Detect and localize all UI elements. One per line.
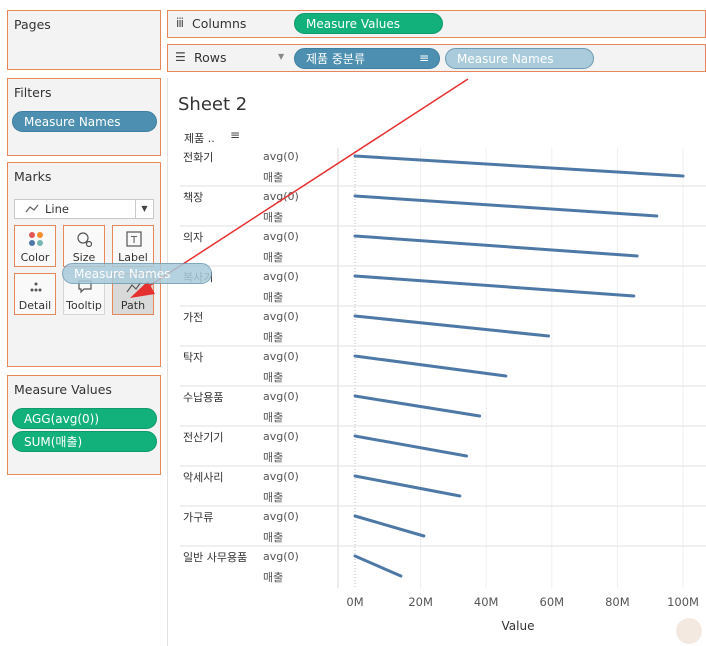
x-tick-label: 0M	[346, 595, 364, 609]
category-label[interactable]: 악세사리	[183, 469, 223, 485]
rows-chevron-icon: ▼	[278, 52, 285, 61]
measure-values-title: Measure Values	[14, 382, 112, 397]
category-label[interactable]: 탁자	[183, 349, 203, 365]
x-tick-label: 20M	[408, 595, 433, 609]
dragging-pill-measure-names[interactable]: Measure Names	[62, 263, 212, 284]
measure-name-label[interactable]: 매출	[263, 529, 283, 545]
path-label: Path	[120, 299, 146, 312]
measure-name-label[interactable]: avg(0)	[263, 310, 299, 323]
pages-panel[interactable]: Pages	[7, 10, 161, 70]
measure-name-label[interactable]: 매출	[263, 169, 283, 185]
x-tick-label: 100M	[667, 595, 699, 609]
measure-name-label[interactable]: 매출	[263, 329, 283, 345]
filters-title: Filters	[14, 85, 52, 100]
svg-text:T: T	[130, 235, 138, 246]
tooltip-label: Tooltip	[66, 299, 102, 312]
measure-name-label[interactable]: avg(0)	[263, 150, 299, 163]
measure-name-label[interactable]: avg(0)	[263, 550, 299, 563]
rows-shelf[interactable]: ☰ Rows ▼ 제품 중분류 ≡ Measure Names	[167, 44, 706, 72]
category-label[interactable]: 전화기	[183, 149, 213, 165]
sort-icon: ≡	[418, 51, 429, 65]
measure-pill-sales[interactable]: SUM(매출)	[12, 431, 157, 452]
color-palette-icon	[29, 232, 43, 246]
marks-title: Marks	[14, 169, 52, 184]
x-tick-label: 40M	[473, 595, 499, 609]
measure-name-label[interactable]: avg(0)	[263, 390, 299, 403]
measure-name-label[interactable]: avg(0)	[263, 470, 299, 483]
columns-label: Columns	[192, 16, 247, 31]
detail-label: Detail	[18, 299, 52, 312]
text-label-icon: T	[126, 231, 142, 247]
columns-shelf[interactable]: iii Columns Measure Values	[167, 10, 706, 38]
watermark-icon	[676, 618, 702, 644]
size-mark-button[interactable]: Size	[63, 225, 105, 267]
sheet-title: Sheet 2	[178, 94, 248, 115]
measure-name-label[interactable]: 매출	[263, 369, 283, 385]
measure-name-label[interactable]: avg(0)	[263, 190, 299, 203]
pages-title: Pages	[14, 17, 51, 32]
category-label[interactable]: 일반 사무용품	[183, 549, 247, 565]
rows-pill-measure-names[interactable]: Measure Names	[445, 48, 594, 69]
measure-name-label[interactable]: 매출	[263, 409, 283, 425]
category-label[interactable]: 수납용품	[183, 389, 223, 405]
x-axis-title: Value	[501, 619, 535, 633]
category-label[interactable]: 전산기기	[183, 429, 223, 445]
rows-pill-category[interactable]: 제품 중분류 ≡	[294, 48, 440, 69]
x-tick-label: 60M	[539, 595, 565, 609]
measure-name-label[interactable]: avg(0)	[263, 350, 299, 363]
measure-name-label[interactable]: 매출	[263, 289, 283, 305]
measure-name-label[interactable]: 매출	[263, 569, 283, 585]
chevron-down-icon: ▼	[135, 200, 153, 218]
rows-icon: ☰	[175, 50, 186, 64]
rows-pill-category-label: 제품 중분류	[306, 52, 366, 66]
measure-name-label[interactable]: 매출	[263, 489, 283, 505]
x-tick-label: 80M	[605, 595, 630, 609]
detail-mark-button[interactable]: Detail	[14, 273, 56, 315]
size-icon	[77, 232, 93, 247]
category-label[interactable]: 가구류	[183, 509, 213, 525]
category-label[interactable]: 가전	[183, 309, 203, 325]
line-mark-icon	[25, 204, 39, 213]
measure-name-label[interactable]: avg(0)	[263, 270, 299, 283]
rows-label: Rows	[194, 50, 227, 65]
measure-values-panel[interactable]: Measure Values AGG(avg(0)) SUM(매출)	[7, 375, 161, 475]
measure-name-label[interactable]: avg(0)	[263, 510, 299, 523]
label-mark-button[interactable]: T Label	[112, 225, 154, 267]
measure-name-label[interactable]: avg(0)	[263, 230, 299, 243]
mark-type-dropdown[interactable]: Line ▼	[14, 199, 154, 219]
row-header: 제품 ..	[184, 132, 215, 145]
color-label: Color	[20, 251, 50, 264]
measure-name-label[interactable]: 매출	[263, 209, 283, 225]
header-sort-icon: ≡	[230, 128, 241, 142]
measure-name-label[interactable]: 매출	[263, 449, 283, 465]
columns-icon: iii	[176, 16, 184, 30]
category-label[interactable]: 책장	[183, 189, 203, 205]
measure-name-label[interactable]: avg(0)	[263, 430, 299, 443]
filters-panel[interactable]: Filters Measure Names	[7, 78, 161, 156]
color-mark-button[interactable]: Color	[14, 225, 56, 267]
columns-pill-measure-values[interactable]: Measure Values	[294, 13, 443, 34]
mark-type-label: Line	[45, 202, 69, 216]
measure-name-label[interactable]: 매출	[263, 249, 283, 265]
detail-dots-icon	[30, 282, 42, 292]
filter-pill-measure-names[interactable]: Measure Names	[12, 111, 157, 132]
measure-pill-avg[interactable]: AGG(avg(0))	[12, 408, 157, 429]
sheet-area: Sheet 2	[167, 78, 706, 646]
category-label[interactable]: 의자	[183, 229, 203, 245]
